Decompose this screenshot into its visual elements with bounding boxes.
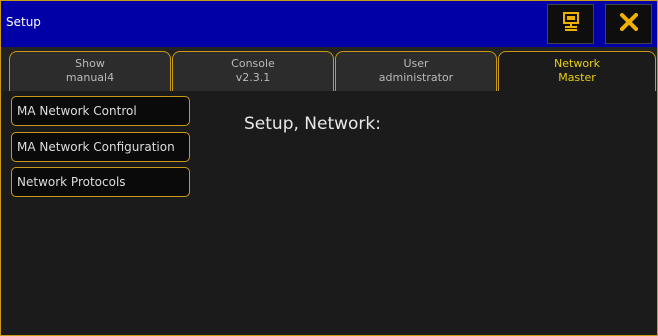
info-tab-bar: Show manual4 Console v2.3.1 User adminis… [1,47,657,91]
screen-icon [561,11,581,37]
tab-user-value: administrator [378,71,454,84]
tab-show[interactable]: Show manual4 [9,51,171,91]
tab-network[interactable]: Network Master [498,51,656,91]
tab-show-title: Show [75,57,105,70]
ma-network-configuration-button[interactable]: MA Network Configuration [11,132,190,162]
close-button[interactable] [605,4,652,44]
page-heading: Setup, Network: [244,114,381,134]
tab-show-value: manual4 [65,71,115,84]
tab-console[interactable]: Console v2.3.1 [172,51,334,91]
setup-window: Setup Show manual4 Console v2.3.1 User a… [0,0,658,336]
tab-console-value: v2.3.1 [235,71,271,84]
window-title: Setup [6,15,41,29]
display-button[interactable] [547,4,594,44]
tab-user-title: User [403,57,429,70]
tab-console-title: Console [231,57,275,70]
tab-network-title: Network [554,57,600,70]
ma-network-control-button[interactable]: MA Network Control [11,96,190,126]
network-protocols-button[interactable]: Network Protocols [11,167,190,197]
close-icon [618,12,639,35]
title-bar: Setup [1,1,657,47]
tab-network-value: Master [558,71,596,84]
tab-user[interactable]: User administrator [335,51,497,91]
